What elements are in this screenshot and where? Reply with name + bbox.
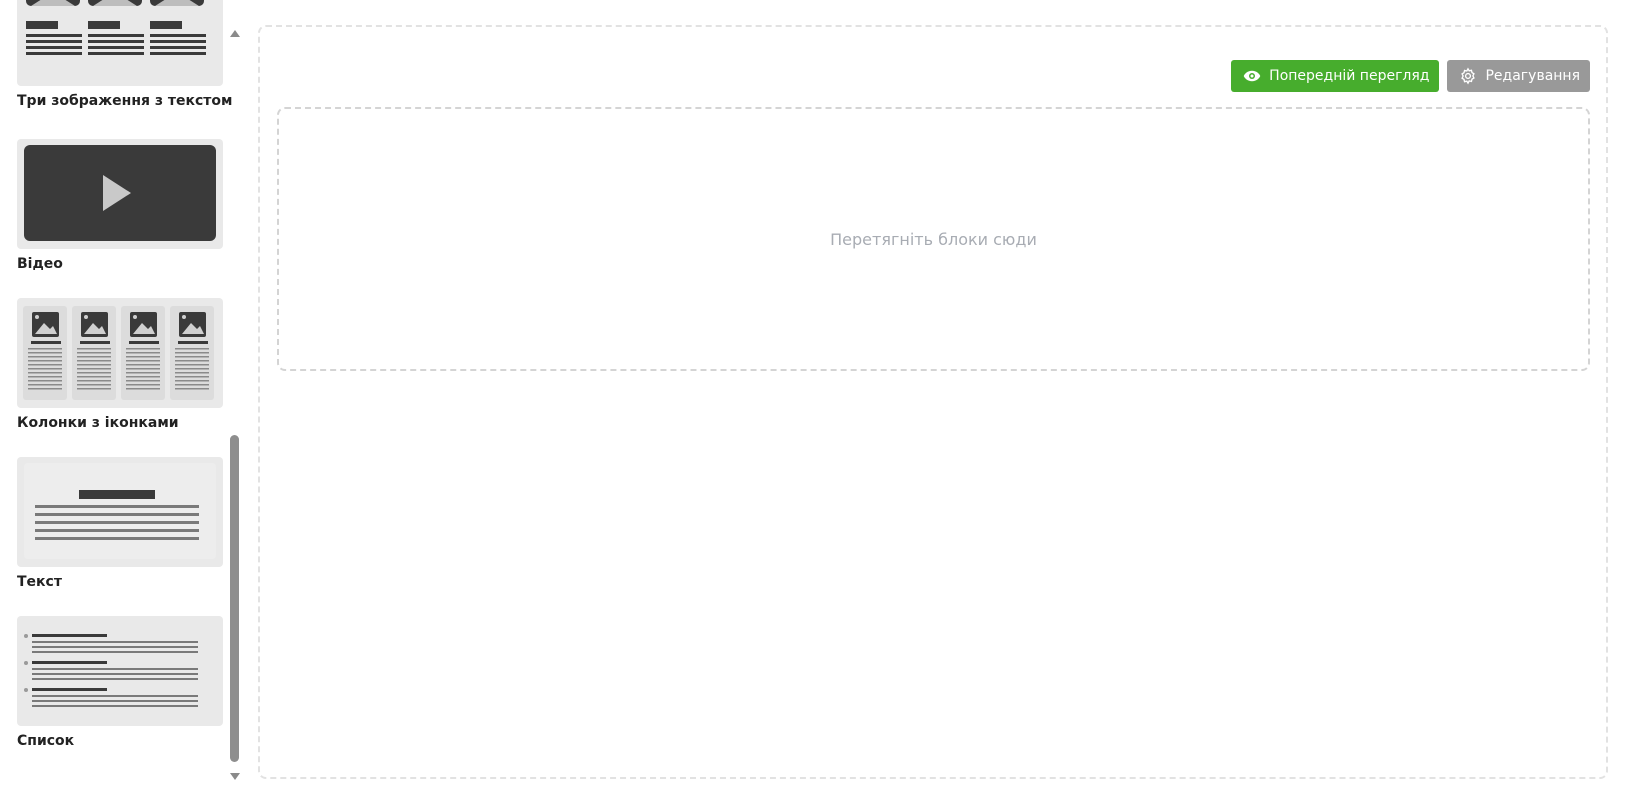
canvas-toolbar: Попередній перегляд Редагування [1231,60,1590,92]
edit-button[interactable]: Редагування [1447,60,1590,92]
three-images-text-icon [26,0,206,55]
block-label: Список [17,733,75,749]
eye-icon [1243,67,1261,85]
block-video[interactable]: Відео [17,139,223,272]
preview-button-label: Попередній перегляд [1269,68,1430,84]
list-thumbnail [17,616,223,726]
three-images-text-thumbnail [17,0,223,86]
scroll-down-icon[interactable] [230,773,240,780]
text-thumbnail [17,457,223,567]
scroll-up-icon[interactable] [230,30,240,37]
icon-columns-thumbnail [17,298,223,408]
list-block-icon [24,634,198,707]
preview-button[interactable]: Попередній перегляд [1231,60,1440,92]
sidebar-scrollbar[interactable] [228,24,242,786]
page-canvas: Попередній перегляд Редагування Перетягн… [258,25,1608,779]
block-label: Відео [17,256,63,272]
block-label: Три зображення з текстом [17,93,233,109]
block-list[interactable]: Список [17,616,223,749]
block-dropzone[interactable]: Перетягніть блоки сюди [277,107,1590,371]
text-block-icon [24,463,216,559]
block-text[interactable]: Текст [17,457,223,590]
block-icon-columns[interactable]: Колонки з іконками [17,298,223,431]
gear-icon [1459,67,1477,85]
block-three-images-text[interactable]: Три зображення з текстом [17,0,233,109]
block-label: Колонки з іконками [17,415,179,431]
dropzone-placeholder: Перетягніть блоки сюди [830,229,1037,249]
block-library-sidebar: Три зображення з текстом Відео Колонки з… [0,0,246,793]
edit-button-label: Редагування [1485,68,1580,84]
block-label: Текст [17,574,62,590]
video-play-icon [24,145,216,241]
icon-columns-icon [23,306,214,400]
scrollbar-thumb[interactable] [230,435,239,762]
video-thumbnail [17,139,223,249]
